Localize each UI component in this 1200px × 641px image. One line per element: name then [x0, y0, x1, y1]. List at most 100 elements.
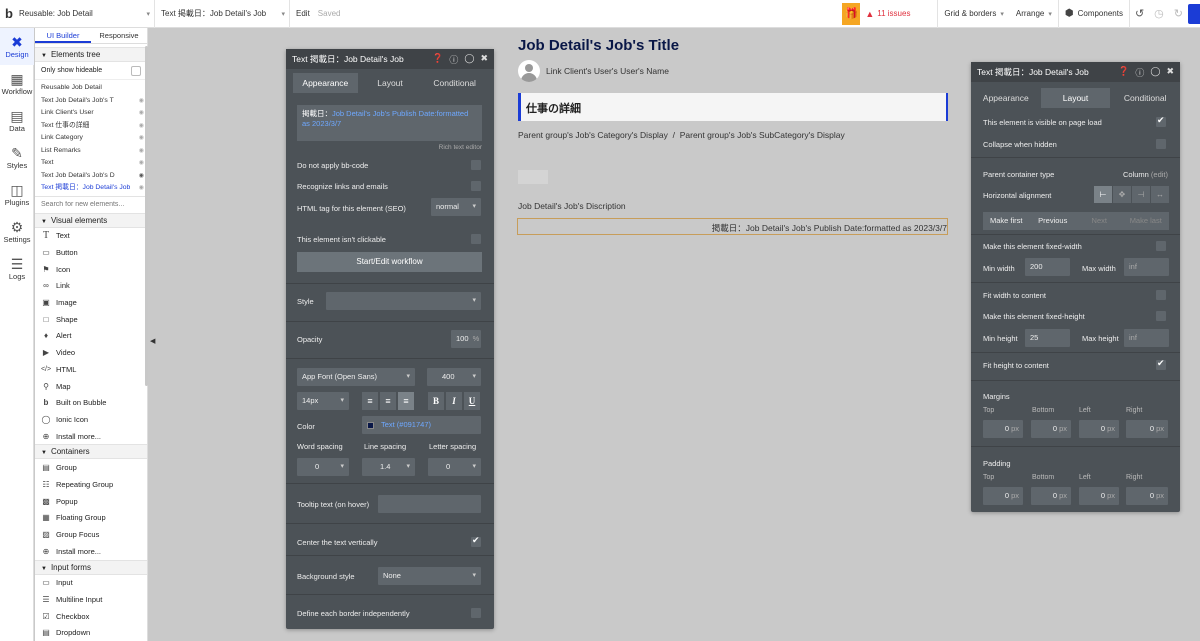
rich-text-editor-link[interactable]: Rich text editor	[439, 144, 482, 151]
nav-data[interactable]: ▤ Data	[0, 102, 34, 139]
palette-item-install-more[interactable]: ⊕ Install more...	[35, 428, 147, 445]
visible-on-load-checkbox[interactable]	[1156, 115, 1166, 127]
edit-mode-label[interactable]: Edit	[296, 9, 310, 18]
palette-item-ionic-icon[interactable]: ◯ Ionic Icon	[35, 411, 147, 428]
palette-item-video[interactable]: ▶ Video	[35, 344, 147, 361]
tooltip-input[interactable]	[378, 495, 481, 513]
padding-top-input[interactable]: 0 px	[983, 487, 1023, 505]
elements-scrollbar[interactable]	[145, 46, 148, 386]
align-center-icon[interactable]: ✥	[1113, 186, 1131, 203]
margin-bottom-input[interactable]: 0 px	[1031, 420, 1071, 438]
description-text[interactable]: Job Detail's Job's Discription	[518, 201, 626, 211]
align-stretch-icon[interactable]: ↔	[1151, 186, 1169, 203]
tree-item-selected[interactable]: Text 掲載日：Job Detail's Job ◉	[35, 182, 147, 195]
next-button[interactable]: Next	[1076, 212, 1123, 230]
palette-item-link[interactable]: ∞ Link	[35, 278, 147, 295]
palette-item-floating-group[interactable]: ▦ Floating Group	[35, 510, 147, 527]
input-forms-header[interactable]: ▼ Input forms	[35, 559, 147, 575]
make-first-button[interactable]: Make first	[983, 212, 1030, 230]
nav-settings[interactable]: ⚙ Settings	[0, 213, 34, 250]
bold-button[interactable]: B	[428, 392, 444, 410]
html-tag-select[interactable]: normal	[431, 198, 481, 216]
start-edit-workflow-button[interactable]: Start/Edit workflow	[297, 252, 482, 272]
margin-top-input[interactable]: 0 px	[983, 420, 1023, 438]
tab-appearance[interactable]: Appearance	[971, 88, 1041, 108]
eye-icon[interactable]: ◉	[139, 95, 144, 108]
palette-item-repeating-group[interactable]: ☷ Repeating Group	[35, 476, 147, 493]
panel-header[interactable]: Text 掲載日：Job Detail's Job ❓ ⓘ ◯ ✖	[971, 62, 1180, 82]
tab-appearance[interactable]: Appearance	[293, 73, 358, 93]
margin-right-input[interactable]: 0 px	[1126, 420, 1168, 438]
tree-item[interactable]: Reusable Job Detail	[35, 82, 147, 95]
visual-elements-header[interactable]: ▼ Visual elements	[35, 212, 147, 228]
tree-item[interactable]: Text Job Detail's Job's D ◉	[35, 170, 147, 183]
palette-item-icon[interactable]: ⚑ Icon	[35, 261, 147, 278]
eye-icon[interactable]: ◉	[139, 120, 144, 133]
palette-item-built-on-bubble[interactable]: b Built on Bubble	[35, 394, 147, 411]
italic-button[interactable]: I	[446, 392, 462, 410]
undo-icon[interactable]: ↺	[1135, 7, 1144, 20]
tab-conditional[interactable]: Conditional	[1110, 88, 1180, 108]
no-bbcode-checkbox[interactable]	[471, 160, 481, 170]
preview-button[interactable]	[1188, 3, 1200, 24]
eye-icon[interactable]: ◉	[139, 157, 144, 170]
tab-conditional[interactable]: Conditional	[422, 73, 487, 93]
recognize-links-checkbox[interactable]	[471, 181, 481, 191]
palette-item-shape[interactable]: □ Shape	[35, 311, 147, 328]
palette-item-map[interactable]: ⚲ Map	[35, 378, 147, 395]
collapse-hidden-checkbox[interactable]	[1156, 139, 1166, 149]
opacity-input[interactable]: 100 %	[451, 330, 481, 348]
max-width-input[interactable]: inf	[1124, 258, 1169, 276]
tab-layout[interactable]: Layout	[358, 73, 423, 93]
palette-item-checkbox[interactable]: ☑ Checkbox	[35, 608, 147, 625]
line-spacing-select[interactable]: 1.4	[362, 458, 415, 476]
tree-item[interactable]: Link Category ◉	[35, 132, 147, 145]
panel-header[interactable]: Text 掲載日：Job Detail's Job ❓ ⓘ ◯ ✖	[286, 49, 494, 69]
fixed-height-checkbox[interactable]	[1156, 311, 1166, 321]
eye-icon[interactable]: ◉	[139, 107, 144, 120]
text-content-editor[interactable]: 掲載日：Job Detail's Job's Publish Date:form…	[297, 105, 482, 141]
palette-item-popup[interactable]: ▩ Popup	[35, 493, 147, 510]
only-hideable-checkbox[interactable]	[131, 66, 141, 76]
margin-left-input[interactable]: 0 px	[1079, 420, 1119, 438]
not-clickable-checkbox[interactable]	[471, 234, 481, 244]
palette-item-text[interactable]: T Text	[35, 228, 147, 245]
palette-item-install-more[interactable]: ⊕ Install more...	[35, 543, 147, 560]
palette-item-group-focus[interactable]: ▨ Group Focus	[35, 526, 147, 543]
previous-button[interactable]: Previous	[1030, 212, 1077, 230]
elements-tree-header[interactable]: ▼ Elements tree	[35, 47, 147, 62]
arrange-menu[interactable]: Arrange ▾	[1010, 9, 1058, 18]
palette-item-image[interactable]: ▣ Image	[35, 294, 147, 311]
eye-icon[interactable]: ◉	[139, 132, 144, 145]
nav-workflow[interactable]: ▦ Workflow	[0, 65, 34, 102]
gift-icon[interactable]: 🎁	[842, 2, 861, 25]
align-left-button[interactable]: ≡	[362, 392, 378, 410]
fixed-width-checkbox[interactable]	[1156, 241, 1166, 251]
palette-item-dropdown[interactable]: ▤ Dropdown	[35, 625, 147, 641]
collapse-panel-icon[interactable]: ◀	[150, 337, 155, 345]
palette-item-html[interactable]: </> HTML	[35, 361, 147, 378]
style-select[interactable]	[326, 292, 481, 310]
info-icon[interactable]: ⓘ	[1135, 66, 1144, 79]
client-name-link[interactable]: Link Client's User's User's Name	[546, 66, 669, 76]
tree-item[interactable]: Text Job Detail's Job's T ◉	[35, 95, 147, 108]
align-right-button[interactable]: ≡	[398, 392, 414, 410]
eye-icon[interactable]: ◉	[139, 170, 144, 183]
element-selector[interactable]: Text 掲載日：Job Detail's Job ▾	[155, 8, 289, 19]
publish-date-text[interactable]: 掲載日：Job Detail's Job's Publish Date:form…	[517, 218, 948, 235]
section-heading-box[interactable]: 仕事の詳細	[518, 93, 948, 121]
underline-button[interactable]: U	[464, 392, 480, 410]
padding-right-input[interactable]: 0 px	[1126, 487, 1168, 505]
tree-item[interactable]: List Remarks ◉	[35, 145, 147, 158]
eye-icon[interactable]: ◉	[139, 145, 144, 158]
components-button[interactable]: ⬢ Components	[1059, 8, 1129, 19]
padding-bottom-input[interactable]: 0 px	[1031, 487, 1071, 505]
only-hideable-row[interactable]: Only show hideable	[35, 62, 147, 80]
background-style-select[interactable]: None	[378, 567, 481, 585]
font-size-select[interactable]: 14px	[297, 392, 349, 410]
containers-header[interactable]: ▼ Containers	[35, 444, 147, 460]
min-height-input[interactable]: 25	[1025, 329, 1070, 347]
palette-item-multiline-input[interactable]: ☰ Multiline Input	[35, 591, 147, 608]
nav-logs[interactable]: ☰ Logs	[0, 250, 34, 287]
tree-item[interactable]: Text 仕事の詳細 ◉	[35, 120, 147, 133]
